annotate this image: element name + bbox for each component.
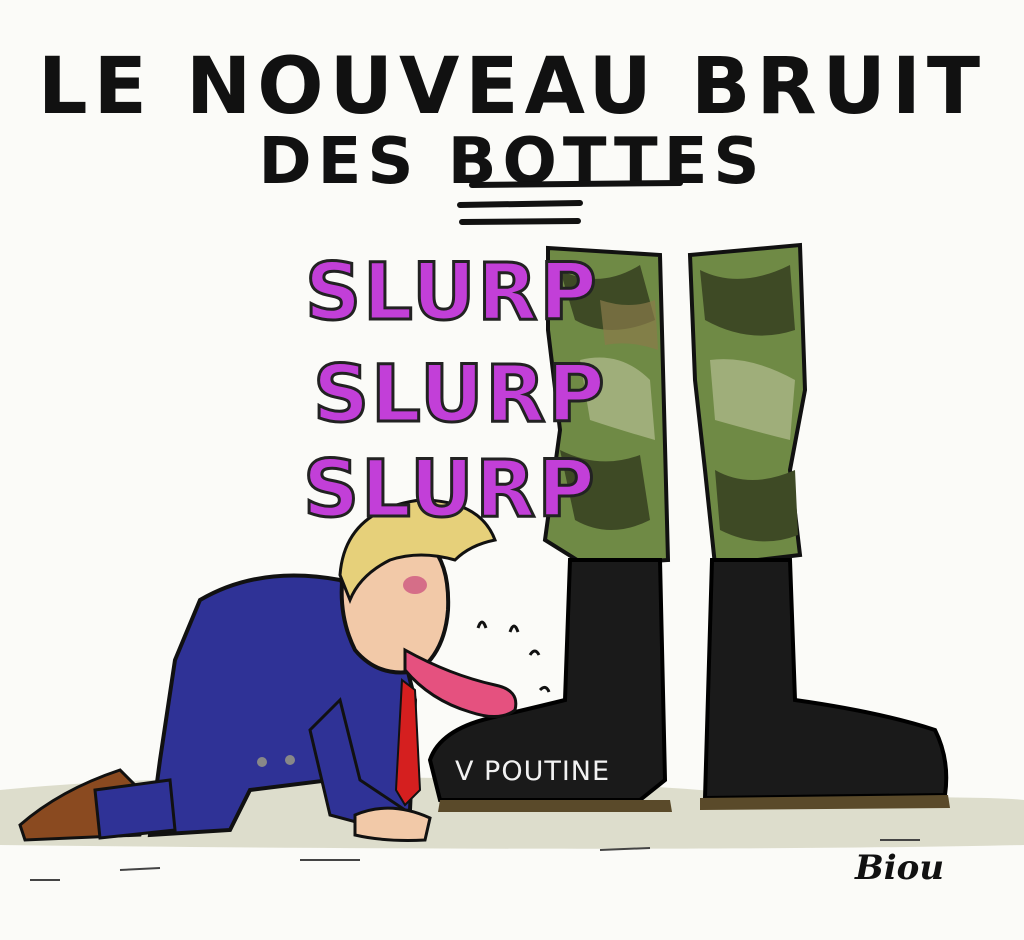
artist-signature: Biou: [855, 848, 945, 888]
right-boot: [700, 558, 950, 810]
boot-label: V POUTINE: [455, 756, 610, 787]
slurp-sound-2: SLURP: [312, 349, 607, 442]
slurp-sound-3: SLURP: [302, 444, 597, 537]
slurp-sound-1: SLURP: [304, 247, 599, 340]
title-divider: [457, 200, 583, 225]
tongue: [403, 647, 518, 718]
right-camo-leg: [687, 242, 808, 568]
title-underline: [469, 180, 683, 188]
